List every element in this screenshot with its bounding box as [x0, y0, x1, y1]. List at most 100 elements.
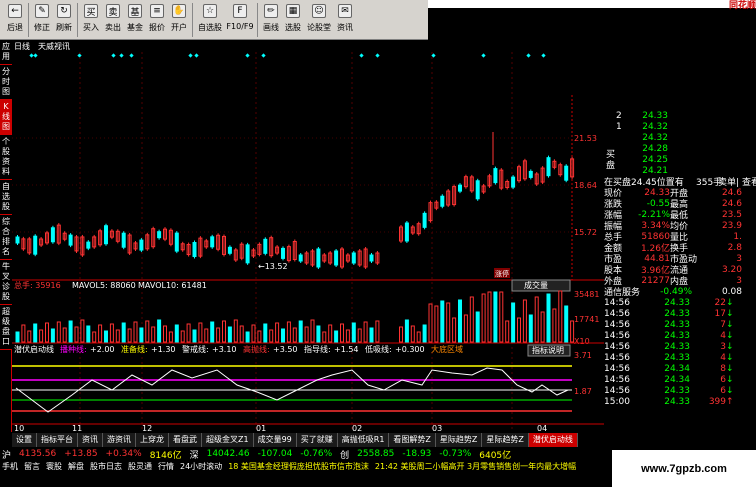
index-value: 4135.56 — [19, 449, 57, 459]
candle-body — [263, 238, 268, 254]
date-tick: 12 — [142, 424, 152, 432]
stat-value: 3.96亿 — [640, 266, 670, 276]
indicator-tab-1[interactable]: 指标平台 — [37, 433, 78, 447]
indicator-tab-0[interactable]: 设置 — [12, 433, 37, 447]
arrow-down-icon: ↓ — [726, 308, 734, 319]
left-tab-6[interactable]: 牛叉诊股 — [0, 260, 12, 305]
left-tab-2[interactable]: K线图 — [0, 100, 12, 135]
trade-price: 24.33 — [664, 341, 690, 352]
indicator-tab-6[interactable]: 超级金叉Z1 — [202, 433, 254, 447]
f10-button[interactable]: F F10/F9 — [225, 0, 255, 40]
toolbar-button-4[interactable]: 卖卖出 — [102, 0, 124, 40]
volume-bar — [399, 326, 403, 343]
indicator-tab-3[interactable]: 游资讯 — [103, 433, 136, 447]
kline-chart-svg[interactable]: 日线 天威视讯 21.53 18.64 15.72 ←13.52 涨停总手: 35916 MA… — [12, 40, 604, 433]
indicator-tab-12[interactable]: 星际趋势Z — [482, 433, 529, 447]
news-tab-2[interactable]: 寰股 — [46, 461, 62, 472]
toolbar-button-3[interactable]: 买买入 — [80, 0, 102, 40]
toolbar-button-label: 资讯 — [337, 23, 353, 32]
news-tab-0[interactable]: 手机 — [2, 461, 18, 472]
toolbar-button-6[interactable]: ≡ 报价 — [146, 0, 168, 40]
index-name: 沪 — [2, 450, 12, 461]
news-tab-5[interactable]: 股灵通 — [128, 461, 152, 472]
toolbar-button-5[interactable]: 基基金 — [124, 0, 146, 40]
indicator-item-value: +0.300 — [395, 345, 425, 354]
volume-bar — [322, 331, 327, 343]
news-ticker-2[interactable]: 21:42 美股周二小幅高开 3月零售销售创一年内最大增幅 — [375, 461, 576, 472]
left-tab-3[interactable]: 个股资料 — [0, 135, 12, 180]
pencil-icon: ✎ — [35, 4, 49, 18]
stat-value-2: 24.6 — [721, 187, 742, 198]
index-pct: -0.73% — [439, 449, 472, 459]
indicator-tab-8[interactable]: 买了就赚 — [296, 433, 338, 447]
kline-chart-area[interactable]: 日线 天威视讯 21.53 18.64 15.72 ←13.52 涨停 总手: 35916 MA… — [12, 40, 604, 433]
indicator-tab-2[interactable]: 资讯 — [78, 433, 103, 447]
news-tab-6[interactable]: 行情 — [158, 461, 174, 472]
stat-value-2: 23.5 — [721, 209, 742, 220]
toolbar-button-label: 卖出 — [105, 23, 121, 32]
toolbar-button-2[interactable]: ↻ 刷新 — [53, 0, 75, 40]
fund-icon: 基 — [128, 4, 142, 18]
volume-bar — [98, 324, 103, 343]
news-tab-7[interactable]: 24小时滚动 — [180, 461, 222, 472]
toolbar-button-12[interactable]: ☺ 论股堂 — [304, 0, 334, 40]
trade-price: 24.33 — [664, 319, 690, 330]
trade-row: 14:56 24.33 4 ↓ — [604, 330, 756, 341]
left-tab-4[interactable]: 自选股 — [0, 180, 12, 215]
news-tab-1[interactable]: 留言 — [24, 461, 40, 472]
volume-bar — [174, 324, 179, 343]
news-ticker[interactable]: 18 美国基金经理假庞担忧股市信市泡沫 — [228, 461, 369, 472]
volume-tick: 35481 — [574, 290, 599, 299]
footer-fill — [0, 472, 612, 487]
indicator-tab-9[interactable]: 高抛低吸R1 — [337, 433, 390, 447]
trade-row: 14:56 24.33 6 ↓ — [604, 385, 756, 396]
indicator-tab-5[interactable]: 看盘武 — [169, 433, 202, 447]
candle-body — [210, 236, 215, 248]
signal-marker — [194, 53, 199, 58]
stat-value: 51860 — [641, 231, 670, 242]
news-tab-4[interactable]: 股市日志 — [90, 461, 122, 472]
left-tab-1[interactable]: 分时图 — [0, 65, 12, 100]
candle-body — [458, 184, 462, 192]
candle-body — [104, 225, 108, 245]
toolbar-button-1[interactable]: ✎ 修正 — [31, 0, 53, 40]
volume-bar — [227, 326, 232, 343]
volume-bar — [458, 299, 462, 343]
toolbar-button-8[interactable]: ☆ 自选股 — [195, 0, 225, 40]
volume-bar — [434, 305, 439, 343]
left-tab-7[interactable]: 超级盘口 — [0, 305, 12, 350]
indicator-tab-10[interactable]: 看图解势Z — [389, 433, 436, 447]
indicator-tab-13[interactable]: 潜伏启动线 — [528, 433, 578, 447]
toolbar-button-7[interactable]: ✋ 开户 — [168, 0, 190, 40]
left-tab-0[interactable]: 应用 — [0, 40, 12, 65]
volume-bar — [68, 320, 73, 343]
indicator-tab-4[interactable]: 上穿龙 — [136, 433, 169, 447]
volume-bar — [168, 331, 173, 343]
stat-value-2: 24.6 — [721, 198, 742, 209]
volume-bar — [463, 314, 468, 343]
volume-bar — [92, 331, 97, 343]
toolbar-button-0[interactable]: ← 后退 — [4, 0, 26, 40]
toolbar-button-13[interactable]: ✉ 资讯 — [334, 0, 356, 40]
trade-volume: 3 — [720, 341, 726, 352]
candle-body — [546, 157, 551, 177]
left-tab-5[interactable]: 综合排名 — [0, 215, 12, 260]
candle-body — [139, 239, 144, 251]
toolbar-button-label: 后退 — [7, 23, 23, 32]
toolbar-button-10[interactable]: ✏ 画线 — [260, 0, 282, 40]
buy-icon: 买 — [84, 4, 98, 18]
arrow-down-icon: ↓ — [726, 319, 734, 330]
toolbar-button-11[interactable]: ▦ 选股 — [282, 0, 304, 40]
volume-bar — [115, 329, 120, 343]
sell-row: 1 24.32 — [604, 121, 756, 132]
stock-name-label: 天威视讯 — [38, 41, 70, 51]
candle-body — [404, 222, 409, 242]
stat-value: -2.21% — [638, 209, 670, 220]
indicator-tab-7[interactable]: 成交量99 — [253, 433, 297, 447]
news-tab-3[interactable]: 解盘 — [68, 461, 84, 472]
indicator-tab-11[interactable]: 星际趋势Z — [435, 433, 483, 447]
volume-bar — [286, 321, 291, 343]
volume-bar — [410, 325, 415, 343]
refresh-icon: ↻ — [57, 4, 71, 18]
trade-volume: 17 — [714, 308, 726, 319]
